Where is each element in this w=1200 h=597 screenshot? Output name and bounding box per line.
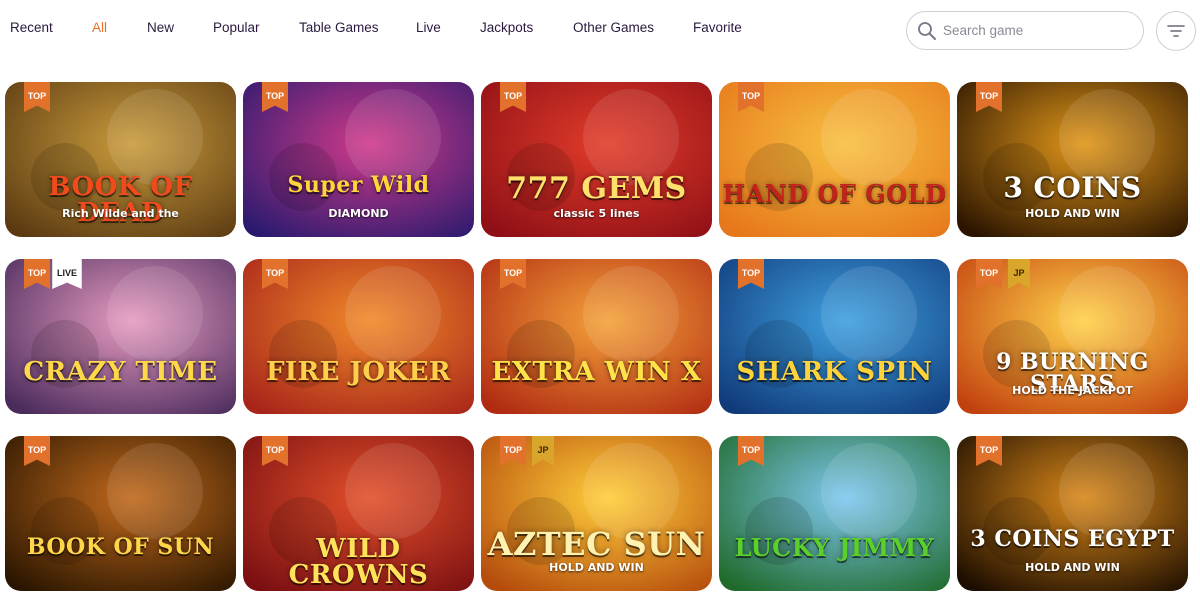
game-title: AZTEC SUN: [487, 525, 706, 563]
tab-new[interactable]: New: [147, 20, 174, 35]
game-subtitle: DIAMOND: [328, 207, 389, 220]
game-card[interactable]: TOP FIRE JOKER: [243, 259, 474, 414]
game-card[interactable]: TOP 3 COINS EGYPT HOLD AND WIN: [957, 436, 1188, 591]
game-title: FIRE JOKER: [265, 357, 452, 387]
search-input[interactable]: [943, 23, 1133, 38]
game-title: WILD CROWNS: [288, 534, 429, 590]
tab-all[interactable]: All: [92, 20, 107, 35]
game-card[interactable]: TOP HAND OF GOLD: [719, 82, 950, 237]
game-card[interactable]: TOP BOOK OF DEAD Rich Wilde and the: [5, 82, 236, 237]
game-card[interactable]: TOP WILD CROWNS: [243, 436, 474, 591]
tab-jackpots[interactable]: Jackpots: [480, 20, 533, 35]
game-title: SHARK SPIN: [736, 357, 933, 387]
game-card[interactable]: TOP 3 COINS HOLD AND WIN: [957, 82, 1188, 237]
tab-other-games[interactable]: Other Games: [573, 20, 654, 35]
game-card[interactable]: TOP BOOK OF SUN: [5, 436, 236, 591]
game-card[interactable]: TOP JP AZTEC SUN HOLD AND WIN: [481, 436, 712, 591]
game-subtitle: HOLD AND WIN: [1025, 207, 1120, 220]
game-title: 3 COINS: [1003, 171, 1142, 204]
game-title: HAND OF GOLD: [722, 179, 947, 208]
tab-live[interactable]: Live: [416, 20, 441, 35]
game-card[interactable]: TOP LIVE CRAZY TIME: [5, 259, 236, 414]
tab-favorite[interactable]: Favorite: [693, 20, 742, 35]
game-card[interactable]: TOP EXTRA WIN X: [481, 259, 712, 414]
game-subtitle: Rich Wilde and the: [62, 207, 179, 220]
game-card[interactable]: TOP Super Wild DIAMOND: [243, 82, 474, 237]
game-card[interactable]: TOP SHARK SPIN: [719, 259, 950, 414]
search-box[interactable]: [906, 11, 1144, 50]
game-title: 3 COINS EGYPT: [970, 526, 1175, 552]
tab-popular[interactable]: Popular: [213, 20, 260, 35]
game-subtitle: classic 5 lines: [553, 207, 640, 220]
game-card[interactable]: TOP 777 GEMS classic 5 lines: [481, 82, 712, 237]
filter-button[interactable]: [1156, 11, 1196, 51]
game-title: EXTRA WIN X: [491, 357, 702, 387]
game-title: BOOK OF SUN: [26, 534, 215, 560]
top-bar: Recent All New Popular Table Games Live Jackpo…: [0, 0, 1200, 62]
game-subtitle: HOLD THE JACKPOT: [1012, 384, 1133, 397]
filter-lines-icon: [1167, 25, 1185, 37]
game-title: LUCKY JIMMY: [734, 533, 935, 562]
game-subtitle: HOLD AND WIN: [549, 561, 644, 574]
game-title: Super Wild: [287, 172, 430, 198]
game-card[interactable]: TOP JP 9 BURNING STARS HOLD THE JACKPOT: [957, 259, 1188, 414]
search-icon: [918, 21, 936, 40]
game-title: 777 GEMS: [506, 171, 687, 206]
tab-table-games[interactable]: Table Games: [299, 20, 379, 35]
game-title: CRAZY TIME: [23, 357, 218, 387]
game-subtitle: HOLD AND WIN: [1025, 561, 1120, 574]
tab-recent[interactable]: Recent: [10, 20, 53, 35]
game-card[interactable]: TOP LUCKY JIMMY: [719, 436, 950, 591]
